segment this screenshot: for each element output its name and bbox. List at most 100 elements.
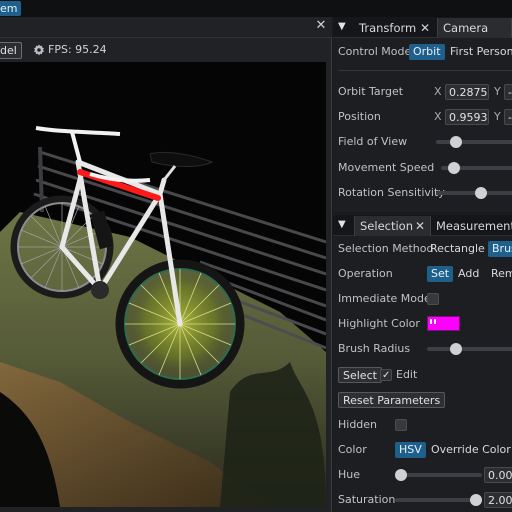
viewport-window: ✕ del FPS: 95.24 <box>0 17 332 512</box>
edit-label: Edit <box>396 368 418 381</box>
selection-method-label: Selection Method <box>338 242 434 255</box>
field-of-view-row: Field of View <box>338 132 512 152</box>
orbit-target-x-field[interactable]: 0.2875 <box>445 84 489 100</box>
tab-selection-label: Selection <box>360 219 413 233</box>
brush-method-button[interactable]: Brus <box>488 241 512 257</box>
saturation-label: Saturation <box>338 493 396 506</box>
operation-add-button[interactable]: Add <box>458 264 479 284</box>
hue-slider[interactable] <box>395 469 482 481</box>
highlight-color-label: Highlight Color <box>338 317 420 330</box>
movement-speed-slider-knob[interactable] <box>448 162 461 174</box>
scene-render <box>0 126 326 507</box>
tab-camera[interactable]: Camera <box>437 18 512 38</box>
movement-speed-label: Movement Speed <box>338 161 435 174</box>
hue-field[interactable]: 0.00 <box>484 467 512 483</box>
control-mode-label: Control Mode <box>338 45 412 58</box>
edit-checkbox[interactable]: ✓ <box>380 369 392 381</box>
hidden-label: Hidden <box>338 418 378 431</box>
saturation-field[interactable]: 2.00 <box>484 492 512 508</box>
position-y-axis: Y <box>494 110 501 123</box>
position-y-field[interactable]: -0 <box>504 109 512 125</box>
orbit-mode-button[interactable]: Orbit <box>409 44 445 60</box>
saturation-slider[interactable] <box>395 494 482 506</box>
collapse-arrow-icon[interactable]: ▼ <box>338 20 352 34</box>
rotation-sensitivity-slider-knob[interactable] <box>475 187 487 199</box>
hidden-checkbox[interactable] <box>395 419 407 431</box>
viewport-toolbar: del FPS: 95.24 <box>0 39 332 61</box>
brush-radius-row: Brush Radius <box>338 339 512 359</box>
close-icon[interactable]: ✕ <box>415 216 425 236</box>
rotation-sensitivity-row: Rotation Sensitivity <box>338 183 512 203</box>
color-label: Color <box>338 443 367 456</box>
field-of-view-slider-knob[interactable] <box>450 136 463 148</box>
divider <box>338 70 512 71</box>
first-person-mode-button[interactable]: First Person <box>450 42 512 62</box>
selection-method-row: Selection Method Rectangle Brus <box>338 239 512 259</box>
operation-set-button[interactable]: Set <box>427 266 454 282</box>
hsv-button[interactable]: HSV <box>395 442 426 458</box>
position-x-axis: X <box>434 110 442 123</box>
reset-parameters-button[interactable]: Reset Parameters <box>338 392 446 408</box>
override-color-button[interactable]: Override Color <box>431 440 511 460</box>
rotation-sensitivity-slider[interactable] <box>436 187 512 199</box>
close-icon[interactable]: ✕ <box>314 19 328 33</box>
operation-row: Operation Set Add Rem <box>338 264 512 284</box>
movement-speed-row: Movement Speed <box>338 158 512 178</box>
hue-row: Hue 0.00 <box>338 465 512 485</box>
position-row: Position X 0.9593 Y -0 <box>338 107 512 127</box>
tab-transform[interactable]: Transform ✕ <box>354 18 437 38</box>
orbit-target-y-axis: Y <box>494 85 501 98</box>
menu-item-system[interactable]: em <box>0 1 22 16</box>
operation-remove-button[interactable]: Rem <box>491 264 512 284</box>
rectangle-method-button[interactable]: Rectangle <box>430 239 485 259</box>
tab-camera-label: Camera <box>443 21 489 35</box>
position-x-field[interactable]: 0.9593 <box>445 109 489 125</box>
camera-tabbar: ▼ Transform ✕ Camera <box>333 17 512 38</box>
select-edit-row: Select ✓ Edit <box>338 365 512 385</box>
position-label: Position <box>338 110 381 123</box>
tab-transform-label: Transform <box>359 21 417 35</box>
color-row: Color HSV Override Color <box>338 440 512 460</box>
fps-icon <box>34 44 44 56</box>
saturation-row: Saturation 2.00 <box>338 490 512 510</box>
hue-slider-knob[interactable] <box>395 469 407 481</box>
orbit-target-y-field[interactable]: -1 <box>504 84 512 100</box>
tab-measurement-label: Measurement <box>436 219 512 233</box>
selection-panel: ▼ Selection ✕ Measurement Selection Meth… <box>333 215 512 512</box>
collapse-arrow-icon[interactable]: ▼ <box>338 218 352 232</box>
field-of-view-label: Field of View <box>338 135 408 148</box>
hidden-row: Hidden <box>338 415 512 435</box>
tab-selection[interactable]: Selection ✕ <box>354 216 431 236</box>
reset-row: Reset Parameters <box>338 390 512 410</box>
immediate-mode-label: Immediate Mode <box>338 292 431 305</box>
orbit-target-x-axis: X <box>434 85 442 98</box>
select-button[interactable]: Select <box>338 367 382 383</box>
model-button[interactable]: del <box>0 42 22 59</box>
immediate-mode-checkbox[interactable] <box>427 293 439 305</box>
tab-measurement[interactable]: Measurement <box>431 216 512 236</box>
orbit-target-label: Orbit Target <box>338 85 404 98</box>
brush-radius-slider[interactable] <box>427 343 512 355</box>
close-icon[interactable]: ✕ <box>420 18 430 38</box>
saturation-slider-knob[interactable] <box>470 494 482 506</box>
orbit-target-row: Orbit Target X 0.2875 Y -1 <box>338 82 512 102</box>
menu-bar: em <box>0 0 512 17</box>
swatch-checker-icon <box>430 319 438 324</box>
rotation-sensitivity-label: Rotation Sensitivity <box>338 186 445 199</box>
operation-label: Operation <box>338 267 393 280</box>
control-mode-row: Control Mode Orbit First Person <box>338 42 512 62</box>
highlight-color-row: Highlight Color <box>338 314 512 334</box>
brush-radius-label: Brush Radius <box>338 342 411 355</box>
checkmark-icon: ✓ <box>382 370 391 381</box>
field-of-view-slider[interactable] <box>436 136 512 148</box>
movement-speed-slider[interactable] <box>441 162 512 174</box>
viewport-titlebar: ✕ <box>0 17 332 38</box>
immediate-mode-row: Immediate Mode <box>338 289 512 309</box>
3d-viewport[interactable] <box>0 62 326 507</box>
highlight-color-swatch[interactable] <box>427 316 460 331</box>
hue-label: Hue <box>338 468 361 481</box>
fps-label: FPS: 95.24 <box>48 43 107 56</box>
camera-panel: ▼ Transform ✕ Camera Control Mode Orbit … <box>333 17 512 212</box>
selection-tabbar: ▼ Selection ✕ Measurement <box>333 215 512 236</box>
brush-radius-slider-knob[interactable] <box>450 343 463 355</box>
